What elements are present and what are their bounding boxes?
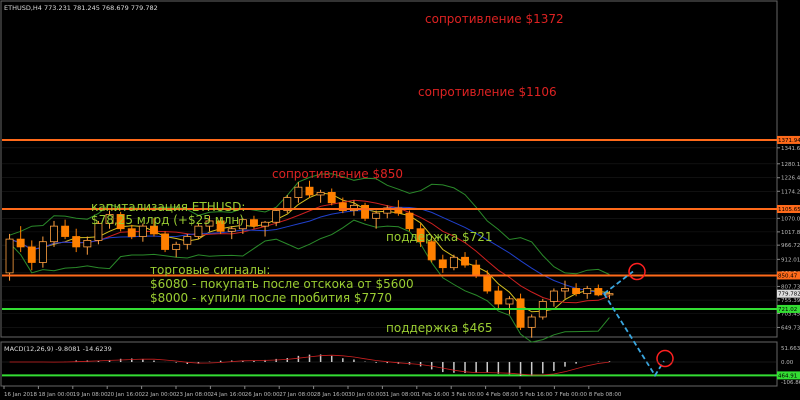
price-tick-label: 966.720 — [781, 243, 800, 249]
candle-body — [150, 225, 158, 235]
price-tick-label: 807.730 — [781, 284, 800, 290]
time-tick-label: 31 Jan 08:00 — [382, 392, 417, 398]
support-465-label: поддержка $465 — [386, 321, 493, 335]
time-tick-label: 5 Feb 16:00 — [520, 392, 553, 398]
macd-tick-label: 0.00 — [781, 360, 794, 366]
candle-body — [472, 264, 481, 276]
candle-body — [127, 228, 136, 237]
candle-body — [461, 256, 469, 266]
price-tag-label: 721.02 — [778, 307, 797, 313]
candle-body — [72, 236, 81, 248]
candle-body — [505, 298, 514, 305]
capitalization-value: $78,25 млрд (+$25 млн) — [91, 213, 244, 227]
time-tick-label: 20 Jan 16:00 — [107, 392, 142, 398]
candle-body — [161, 233, 170, 250]
price-tick-label: 755.390 — [781, 298, 800, 304]
time-tick-label: 22 Jan 00:00 — [142, 392, 177, 398]
capitalization-title: капитализация ETHUSD: — [91, 200, 245, 214]
candle-body — [494, 290, 503, 305]
signal-1: $6080 - покупать после отскока от $5600 — [150, 277, 414, 291]
macd-tick-label: 51.6639 — [781, 346, 800, 352]
candle-body — [5, 238, 14, 274]
price-tick-label: 649.730 — [781, 325, 800, 331]
candle-body — [27, 246, 36, 263]
time-tick-label: 3 Feb 00:00 — [451, 392, 484, 398]
candle-body — [305, 186, 314, 196]
macd-label: MACD(12,26,9) -9.8081 -14.6239 — [4, 345, 112, 353]
time-tick-label: 7 Feb 00:00 — [554, 392, 587, 398]
time-tick-label: 8 Feb 08:00 — [589, 392, 622, 398]
price-tick-label: 1226.430 — [781, 176, 800, 182]
candle-body — [261, 221, 270, 227]
resistance-850-label: сопротивление $850 — [272, 167, 403, 181]
time-tick-label: 1 Feb 16:00 — [417, 392, 450, 398]
price-tick-label: 912.010 — [781, 257, 800, 263]
candle-body — [438, 259, 447, 269]
time-tick-label: 30 Jan 00:00 — [348, 392, 383, 398]
candle-body — [372, 212, 381, 219]
time-tick-label: 28 Jan 16:00 — [314, 392, 349, 398]
candle-body — [138, 225, 147, 237]
time-tick-label: 16 Jan 2018 — [4, 392, 37, 398]
candle-body — [194, 225, 203, 237]
price-tag-label: 779.782 — [778, 292, 800, 298]
price-tick-label: 1017.870 — [781, 230, 800, 236]
price-tag-label: 464.91 — [778, 373, 797, 379]
price-tag-label: 850.47 — [778, 273, 798, 279]
price-tag-label: 1371.94 — [778, 138, 800, 144]
candle-body — [227, 228, 236, 232]
time-tick-label: 27 Jan 08:00 — [279, 392, 314, 398]
candle-body — [405, 212, 414, 230]
time-tick-label: 26 Jan 00:00 — [245, 392, 280, 398]
candle-body — [449, 256, 458, 269]
price-tick-label: 1280.120 — [781, 162, 800, 168]
macd-tick-label: -106.8647 — [781, 380, 800, 386]
candle-body — [249, 219, 258, 227]
candle-body — [572, 288, 581, 295]
candle-body — [583, 288, 592, 295]
price-tick-label: 1174.290 — [781, 189, 800, 195]
resistance-1372-label: сопротивление $1372 — [425, 12, 564, 26]
candle-body — [327, 191, 336, 204]
price-tick-label: 1341.680 — [781, 146, 800, 152]
candle-body — [516, 298, 525, 328]
time-tick-label: 19 Jan 08:00 — [73, 392, 108, 398]
candle-body — [483, 275, 492, 292]
support-721-label: поддержка $721 — [386, 230, 493, 244]
time-tick-label: 24 Jan 16:00 — [210, 392, 245, 398]
time-tick-label: 23 Jan 08:00 — [176, 392, 211, 398]
candle-body — [316, 191, 325, 196]
candle-body — [16, 238, 25, 248]
candle-body — [594, 288, 603, 296]
candle-body — [38, 241, 47, 263]
candle-body — [427, 241, 436, 261]
candle-body — [361, 204, 370, 219]
candle-body — [561, 288, 569, 292]
signal-2: $8000 - купили после пробития $7770 — [150, 291, 392, 305]
candle-body — [527, 316, 536, 328]
price-tag-label: 1105.65 — [778, 207, 800, 213]
resistance-1106-label: сопротивление $1106 — [418, 85, 557, 99]
candle-body — [61, 225, 70, 237]
candle-body — [272, 210, 281, 223]
candle-body — [50, 225, 58, 243]
time-tick-label: 4 Feb 08:00 — [486, 392, 519, 398]
signals-title: торговые сигналы: — [150, 263, 270, 277]
ethusd-h4-chart[interactable]: 1341.680 1280.120 1226.430 1174.290 1070.020… — [0, 0, 800, 400]
candle-body — [605, 293, 614, 296]
symbol-header: ETHUSD,H4 773.231 781.245 768.679 779.78… — [4, 4, 158, 12]
candle-body — [549, 290, 558, 302]
price-tick-label: 1070.020 — [781, 216, 800, 222]
candle-body — [294, 186, 303, 198]
candle-body — [83, 240, 92, 248]
candle-body — [183, 236, 192, 245]
time-tick-label: 18 Jan 00:00 — [38, 392, 73, 398]
candle-body — [172, 243, 181, 250]
